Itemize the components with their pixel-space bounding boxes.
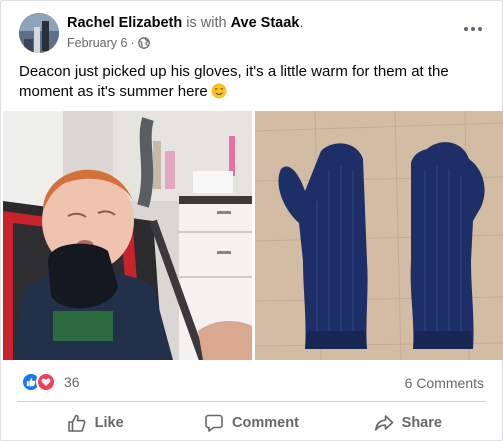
smiling-face-emoji-icon [211,83,227,99]
date-separator: · [130,36,135,50]
reaction-count[interactable]: 36 [64,374,80,390]
child-in-stroller-photo[interactable] [3,111,252,360]
author-name[interactable]: Rachel Elizabeth [67,15,182,31]
post-meta: February 6 · [67,36,150,50]
period: . [299,15,304,31]
author-avatar[interactable] [19,13,59,53]
post-actions: Like Comment Share [17,405,486,441]
post-card: Rachel Elizabeth is with Ave Staak. Febr… [0,0,503,441]
share-button[interactable]: Share [330,405,486,441]
post-body: Deacon just picked up his gloves, it's a… [19,63,449,100]
more-options-icon[interactable] [460,19,486,39]
post-date[interactable]: February 6 [67,36,127,50]
post-text: Deacon just picked up his gloves, it's a… [19,62,489,102]
divider [17,401,486,402]
comment-label: Comment [232,415,299,431]
knitted-mittens-photo[interactable] [255,111,503,360]
photo-grid [3,111,503,360]
comments-count[interactable]: 6 Comments [405,375,484,391]
reaction-summary[interactable]: 36 [21,372,80,392]
love-reaction-icon [36,372,56,392]
tagged-person[interactable]: Ave Staak [231,15,300,31]
author-line: Rachel Elizabeth is with Ave Staak. [67,15,303,31]
share-arrow-icon [374,413,394,433]
like-button[interactable]: Like [17,405,173,441]
comment-icon [204,413,224,433]
like-label: Like [94,415,124,431]
comment-button[interactable]: Comment [173,405,329,441]
thumbs-up-icon [67,413,87,433]
with-text: is with [186,15,227,31]
share-label: Share [401,415,442,431]
globe-icon[interactable] [137,37,150,49]
